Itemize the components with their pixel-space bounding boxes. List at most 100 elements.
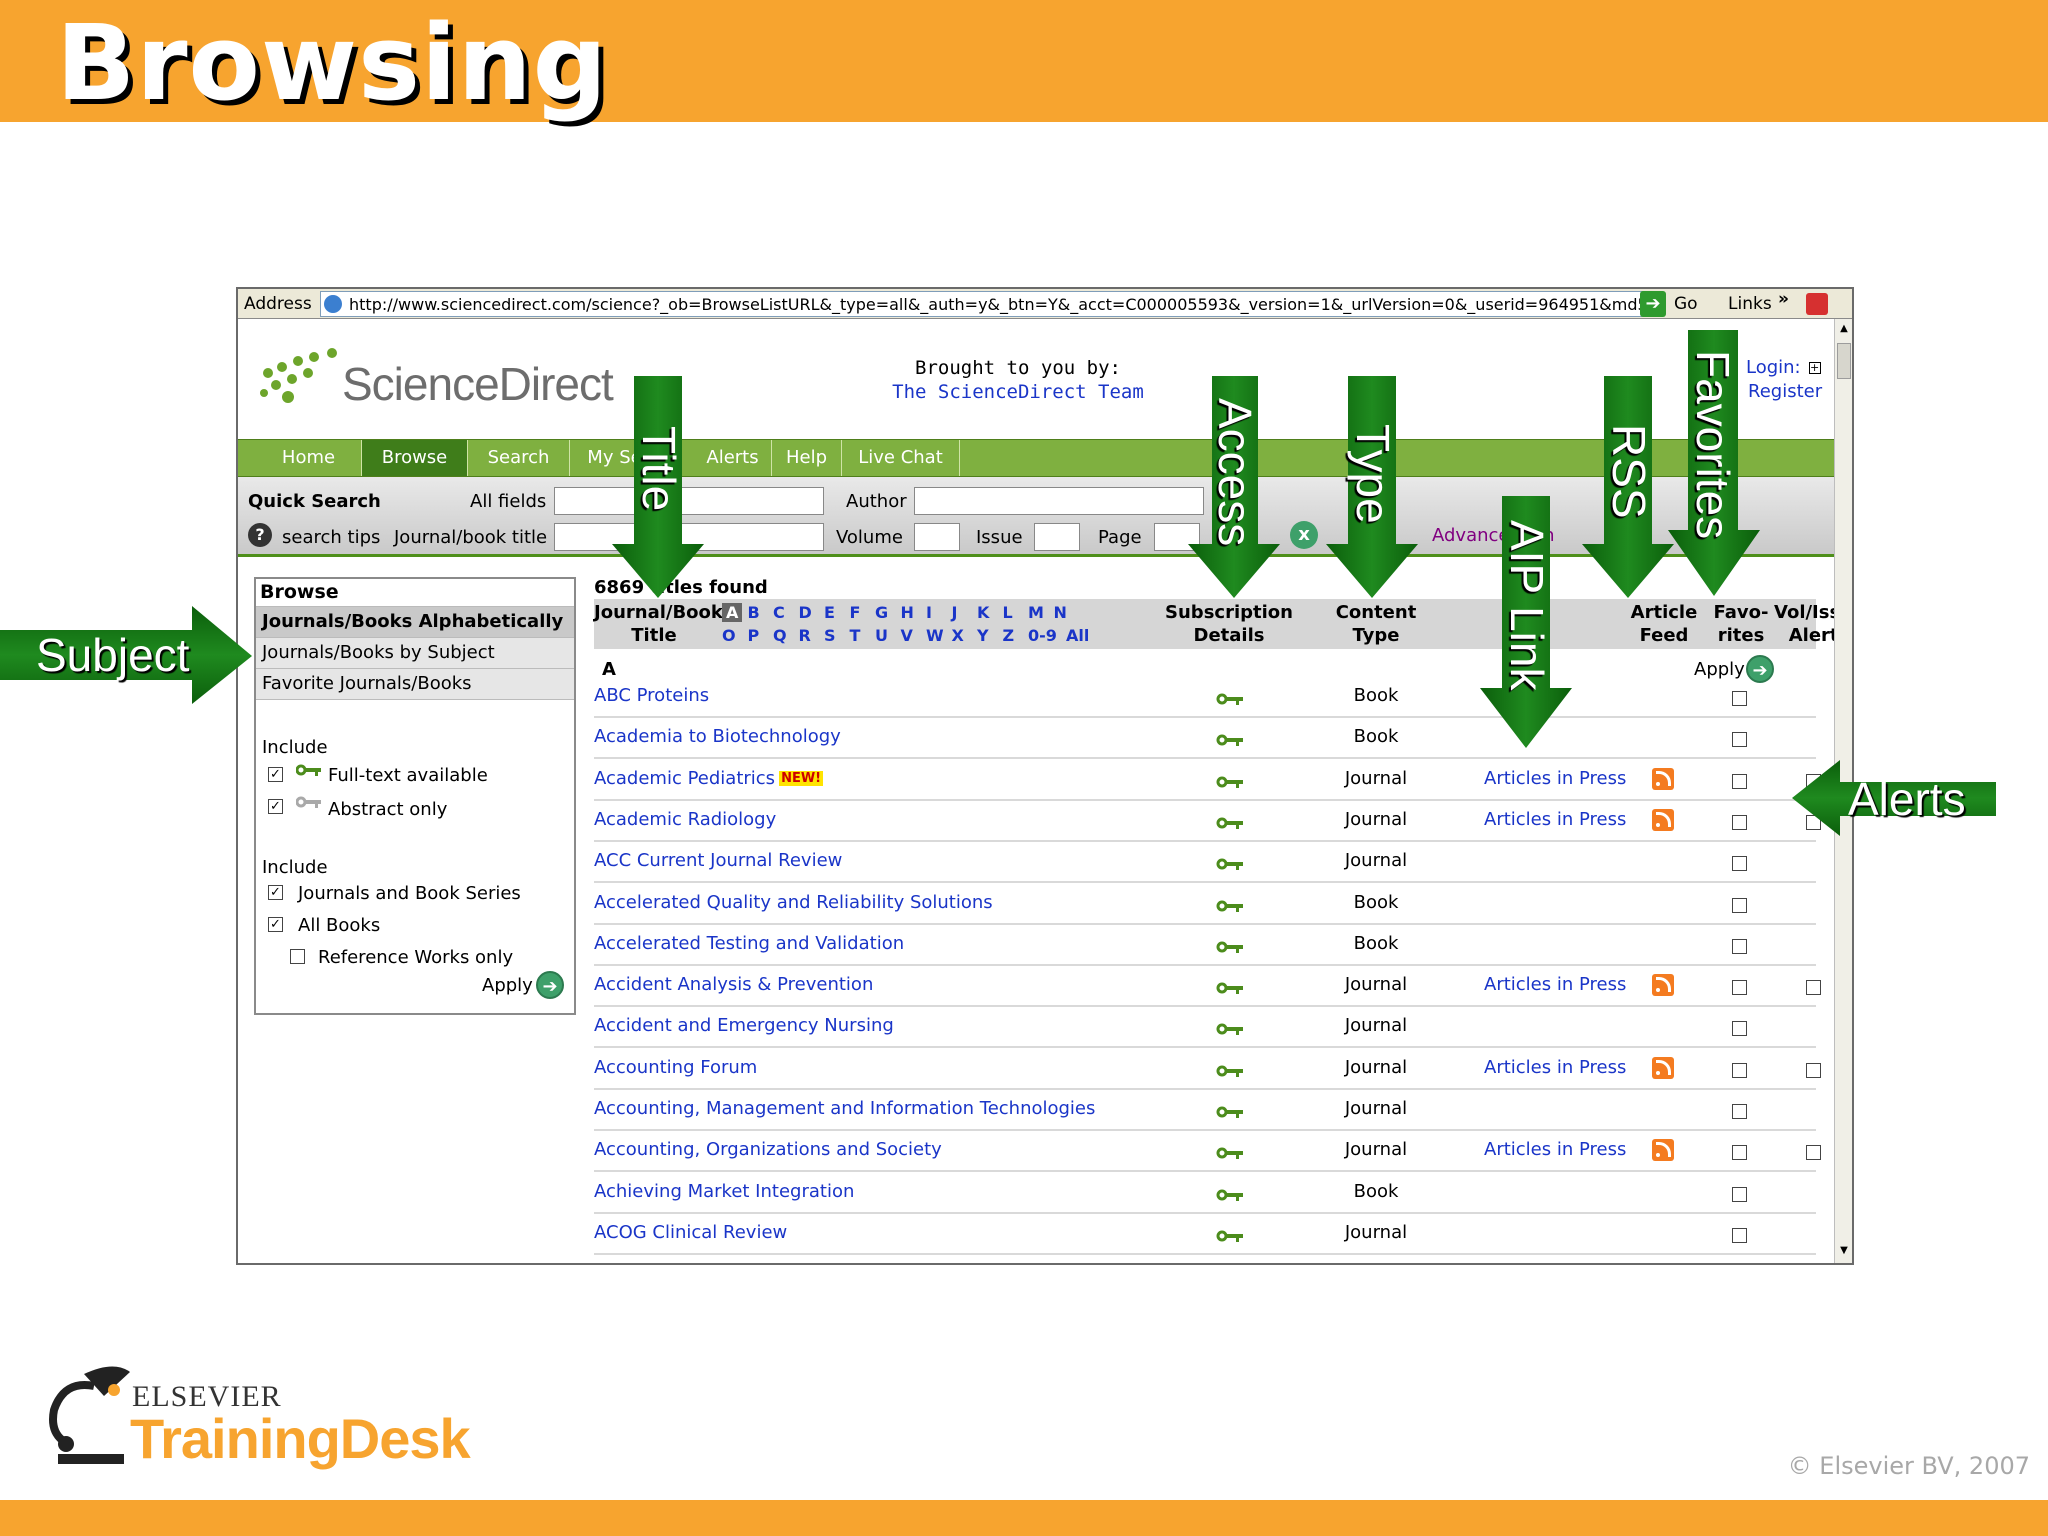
page-input[interactable] bbox=[1154, 523, 1200, 551]
volume-issue-alert-checkbox[interactable] bbox=[1806, 773, 1821, 789]
register-link[interactable]: Register bbox=[1748, 381, 1822, 402]
scroll-down-icon[interactable]: ▼ bbox=[1837, 1245, 1851, 1261]
alphabet-letter[interactable]: C bbox=[773, 603, 785, 622]
login-expand-icon[interactable]: + bbox=[1808, 362, 1821, 374]
all-books-checkbox[interactable]: ✓ bbox=[268, 917, 283, 932]
reference-only-checkbox[interactable] bbox=[290, 949, 305, 964]
articles-in-press-link[interactable]: Articles in Press bbox=[1484, 1139, 1626, 1160]
alphabet-letter[interactable]: O bbox=[722, 626, 736, 645]
journal-title-link[interactable]: Academic Pediatrics NEW! bbox=[594, 768, 824, 789]
volume-issue-alert-checkbox[interactable] bbox=[1806, 814, 1821, 830]
favorite-checkbox[interactable] bbox=[1732, 1021, 1747, 1037]
sciencedirect-logo-text[interactable]: ScienceDirect bbox=[342, 357, 614, 411]
articles-in-press-link[interactable]: Articles in Press bbox=[1484, 974, 1626, 995]
journal-title-link[interactable]: ACOG Clinical Review bbox=[594, 1222, 787, 1243]
alphabet-letter[interactable]: H bbox=[901, 603, 914, 622]
favorite-checkbox[interactable] bbox=[1732, 1227, 1747, 1243]
favorite-checkbox[interactable] bbox=[1732, 691, 1747, 706]
favorite-checkbox[interactable] bbox=[1732, 1104, 1747, 1119]
alphabet-letter[interactable]: P bbox=[748, 626, 760, 645]
alphabet-letter[interactable]: B bbox=[748, 603, 760, 622]
alphabet-letter[interactable]: X bbox=[952, 626, 964, 645]
rss-feed-icon[interactable] bbox=[1652, 1139, 1674, 1162]
favorite-checkbox[interactable] bbox=[1732, 1186, 1747, 1202]
journal-title-link[interactable]: Academia to Biotechnology bbox=[594, 726, 841, 747]
sidebar-apply-arrow-icon[interactable]: ➔ bbox=[536, 971, 564, 999]
articles-in-press-link[interactable]: Articles in Press bbox=[1484, 809, 1626, 830]
journal-title-link[interactable]: Accident Analysis & Prevention bbox=[594, 974, 873, 995]
volume-issue-alert-checkbox[interactable] bbox=[1806, 1062, 1821, 1078]
favorite-checkbox[interactable] bbox=[1732, 814, 1747, 830]
all-fields-input[interactable] bbox=[554, 487, 824, 515]
rss-feed-icon[interactable] bbox=[1652, 1056, 1674, 1079]
alphabet-letter[interactable]: W bbox=[926, 626, 944, 645]
nav-alerts[interactable]: Alerts bbox=[694, 440, 772, 476]
nav-home[interactable]: Home bbox=[256, 440, 362, 476]
alphabet-letter[interactable]: All bbox=[1066, 626, 1089, 645]
rss-feed-icon[interactable] bbox=[1652, 808, 1674, 831]
alphabet-letter[interactable]: I bbox=[926, 603, 932, 622]
full-text-checkbox[interactable]: ✓ bbox=[268, 767, 283, 782]
nav-live-chat[interactable]: Live Chat bbox=[842, 440, 960, 476]
search-tips-link[interactable]: search tips bbox=[282, 527, 380, 548]
alphabet-letter[interactable]: 0-9 bbox=[1028, 626, 1057, 645]
alphabet-letter[interactable]: Z bbox=[1003, 626, 1015, 645]
go-arrow-icon[interactable]: ➔ bbox=[1640, 291, 1666, 317]
volume-input[interactable] bbox=[914, 523, 960, 551]
links-button[interactable]: Links bbox=[1728, 294, 1772, 314]
browse-favorites[interactable]: Favorite Journals/Books bbox=[256, 669, 574, 700]
links-chevron-icon[interactable]: » bbox=[1778, 289, 1789, 309]
favorite-checkbox[interactable] bbox=[1732, 897, 1747, 913]
scroll-up-icon[interactable]: ▲ bbox=[1837, 323, 1851, 339]
issue-input[interactable] bbox=[1034, 523, 1080, 551]
journal-title-link[interactable]: Accounting, Management and Information T… bbox=[594, 1098, 1095, 1119]
favorite-checkbox[interactable] bbox=[1732, 732, 1747, 748]
volume-issue-alert-checkbox[interactable] bbox=[1806, 980, 1821, 996]
journal-title-link[interactable]: Accident and Emergency Nursing bbox=[594, 1015, 894, 1036]
rss-feed-icon[interactable] bbox=[1652, 767, 1674, 790]
alphabet-letter[interactable]: D bbox=[799, 603, 812, 622]
url-field[interactable]: http://www.sciencedirect.com/science?_ob… bbox=[320, 291, 1662, 317]
journal-title-link[interactable]: Accounting, Organizations and Society bbox=[594, 1139, 942, 1160]
alphabet-letter[interactable]: V bbox=[901, 626, 913, 645]
author-input[interactable] bbox=[914, 487, 1204, 515]
help-icon[interactable]: ? bbox=[248, 523, 272, 547]
journal-title-link[interactable]: Accelerated Quality and Reliability Solu… bbox=[594, 892, 993, 913]
alphabet-letter[interactable]: Q bbox=[773, 626, 787, 645]
favorite-checkbox[interactable] bbox=[1732, 1145, 1747, 1161]
sidebar-apply-label[interactable]: Apply bbox=[482, 975, 533, 996]
journal-title-link[interactable]: Accounting Forum bbox=[594, 1057, 757, 1078]
alphabet-letter[interactable]: F bbox=[850, 603, 861, 622]
alphabet-letter[interactable]: Y bbox=[977, 626, 989, 645]
alphabet-letter[interactable]: M bbox=[1028, 603, 1044, 622]
clear-search-icon[interactable]: x bbox=[1290, 521, 1318, 549]
sciencedirect-team-link[interactable]: The ScienceDirect Team bbox=[818, 381, 1218, 403]
alphabet-letter[interactable]: K bbox=[977, 603, 989, 622]
journal-title-link[interactable]: Achieving Market Integration bbox=[594, 1181, 854, 1202]
alphabet-letter[interactable]: S bbox=[824, 626, 836, 645]
rss-feed-icon[interactable] bbox=[1652, 974, 1674, 997]
alphabet-letter[interactable]: N bbox=[1054, 603, 1067, 622]
browse-by-subject[interactable]: Journals/Books by Subject bbox=[256, 638, 574, 669]
login-link[interactable]: Login: + bbox=[1746, 357, 1821, 378]
alphabet-letter[interactable]: R bbox=[799, 626, 811, 645]
articles-in-press-link[interactable]: Articles in Press bbox=[1484, 1057, 1626, 1078]
browse-alphabetically[interactable]: Journals/Books Alphabetically bbox=[256, 607, 574, 638]
alphabet-letter[interactable]: U bbox=[875, 626, 888, 645]
journals-series-checkbox[interactable]: ✓ bbox=[268, 885, 283, 900]
favorite-checkbox[interactable] bbox=[1732, 773, 1747, 789]
nav-search[interactable]: Search bbox=[468, 440, 570, 476]
abstract-only-checkbox[interactable]: ✓ bbox=[268, 799, 283, 814]
alphabet-letter[interactable]: E bbox=[824, 603, 835, 622]
nav-help[interactable]: Help bbox=[772, 440, 842, 476]
nav-browse[interactable]: Browse bbox=[362, 440, 468, 476]
favorite-checkbox[interactable] bbox=[1732, 856, 1747, 872]
favorite-checkbox[interactable] bbox=[1732, 1062, 1747, 1078]
alphabet-letter[interactable]: G bbox=[875, 603, 888, 622]
journal-title-link[interactable]: ABC Proteins bbox=[594, 685, 709, 706]
alphabet-letter[interactable]: J bbox=[952, 603, 958, 622]
journal-title-link[interactable]: Accelerated Testing and Validation bbox=[594, 933, 904, 954]
scroll-thumb[interactable] bbox=[1837, 343, 1851, 379]
alphabet-letter[interactable]: L bbox=[1003, 603, 1013, 622]
journal-title-link[interactable]: ACC Current Journal Review bbox=[594, 850, 842, 871]
